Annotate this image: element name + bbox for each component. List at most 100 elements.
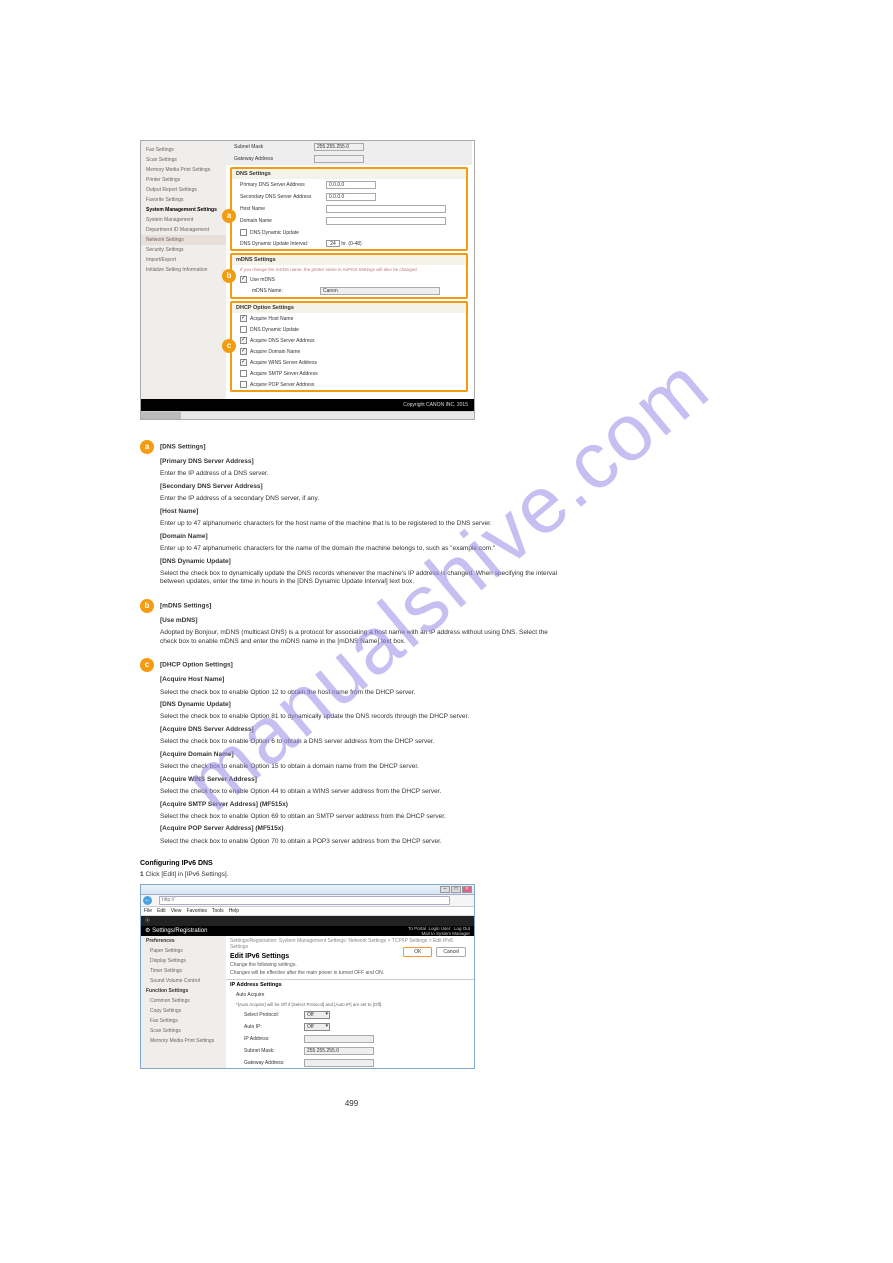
text-input[interactable]	[326, 205, 446, 213]
sidebar2-item: Preferences	[141, 936, 226, 946]
sidebar-item[interactable]: System Management	[141, 215, 226, 225]
sidebar-item[interactable]: Network Settings	[141, 235, 226, 245]
ipv6-step1: 1 Click [Edit] in [IPv6 Settings].	[140, 871, 563, 879]
menu-item[interactable]: View	[171, 908, 182, 914]
item-text: Select the check box to enable Option 81…	[160, 713, 563, 721]
callout-c-icon: c	[140, 658, 154, 672]
field-label: Select Protocol:	[244, 1012, 304, 1018]
item-text: Select the check box to enable Option 15…	[160, 763, 563, 771]
dhcp-checkbox[interactable]	[240, 326, 247, 333]
sidebar-item[interactable]: Memory Media Print Settings	[141, 165, 226, 175]
field-label: Auto IP:	[244, 1024, 304, 1030]
item-text: Adopted by Bonjour, mDNS (multicast DNS)…	[160, 629, 563, 646]
url-input[interactable]: http://	[159, 896, 450, 905]
text-input[interactable]	[304, 1035, 374, 1043]
text-input[interactable]	[326, 217, 446, 225]
section-heading: [mDNS Settings]	[160, 603, 211, 610]
sidebar-item[interactable]: Scan Settings	[141, 155, 226, 165]
section-heading: [DNS Settings]	[160, 444, 206, 451]
sidebar2-item[interactable]: Display Settings	[141, 956, 226, 966]
item-heading: [DNS Dynamic Update]	[160, 558, 231, 565]
callout-b-icon: b	[140, 599, 154, 613]
sidebar2-item[interactable]: Copy Settings	[141, 1006, 226, 1016]
dns-dyn-update-label: DNS Dynamic Update	[250, 230, 299, 236]
item-text: Select the check box to enable Option 12…	[160, 689, 563, 697]
item-text: Enter up to 47 alphanumeric characters f…	[160, 520, 563, 528]
field-value	[314, 155, 364, 163]
mdns-name-input[interactable]: Canon	[320, 287, 440, 295]
dhcp-checkbox[interactable]	[240, 359, 247, 366]
item-text: Enter up to 47 alphanumeric characters f…	[160, 545, 563, 553]
dhcp-opt-label: Acquire WINS Server Address	[250, 360, 317, 366]
dhcp-opt-label: Acquire DNS Server Address	[250, 338, 314, 344]
gear-icon: ⚙	[145, 928, 150, 934]
maximize-button[interactable]: □	[451, 886, 461, 893]
note1: Change the following settings.	[226, 961, 474, 969]
sidebar-item[interactable]: Import/Export	[141, 255, 226, 265]
item-text: Select the check box to enable Option 70…	[160, 838, 563, 846]
browser-menus[interactable]: File Edit View Favorites Tools Help	[141, 907, 474, 916]
device-bar: ⦿	[141, 916, 474, 926]
menu-item[interactable]: Favorites	[186, 908, 207, 914]
sidebar-item[interactable]: Security Settings	[141, 245, 226, 255]
item-heading: [Acquire Domain Name]	[160, 751, 234, 758]
text-input[interactable]: 0.0.0.0	[326, 193, 376, 201]
ok-button[interactable]: OK	[403, 947, 432, 957]
sidebar2-item[interactable]: Fax Settings	[141, 1016, 226, 1026]
back-button[interactable]: ←	[143, 896, 152, 905]
sidebar-item[interactable]: Favorite Settings	[141, 195, 226, 205]
dhcp-checkbox[interactable]	[240, 337, 247, 344]
sidebar-item[interactable]: Output Report Settings	[141, 185, 226, 195]
text-input[interactable]	[304, 1059, 374, 1067]
dns-dyn-int-input[interactable]: 24	[326, 240, 340, 247]
select-input[interactable]: Off	[304, 1023, 330, 1031]
dhcp-checkbox[interactable]	[240, 370, 247, 377]
minimize-button[interactable]: –	[440, 886, 450, 893]
use-mdns-checkbox[interactable]	[240, 276, 247, 283]
sidebar2-item[interactable]: Paper Settings	[141, 946, 226, 956]
sidebar2-item: Function Settings	[141, 986, 226, 996]
select-input[interactable]: Off	[304, 1011, 330, 1019]
sidebar2-item[interactable]: Scan Settings	[141, 1026, 226, 1036]
sidebar-item[interactable]: Fax Settings	[141, 145, 226, 155]
scrollbar-h[interactable]	[141, 411, 474, 419]
callout-b-icon: b	[222, 269, 236, 283]
sidebar-item[interactable]: System Management Settings	[141, 205, 226, 215]
screenshot-ipv6-settings: – □ × ← http:// File Edit View Favorites Too…	[140, 884, 475, 1069]
sidebar2-item[interactable]: Timer Settings	[141, 966, 226, 976]
menu-item[interactable]: File	[144, 908, 152, 914]
dhcp-checkbox[interactable]	[240, 348, 247, 355]
cancel-button[interactable]: Cancel	[436, 947, 466, 957]
section-heading: [DHCP Option Settings]	[160, 662, 233, 669]
dhcp-checkbox[interactable]	[240, 381, 247, 388]
mdns-section-title: mDNS Settings	[232, 255, 466, 265]
menu-item[interactable]: Tools	[212, 908, 224, 914]
dhcp-checkbox[interactable]	[240, 315, 247, 322]
sidebar-item[interactable]: Initialize Setting Information	[141, 265, 226, 275]
field-label: IP Address:	[244, 1036, 304, 1042]
menu-item[interactable]: Help	[229, 908, 239, 914]
mdns-note: If you change the mDNS name, the printer…	[232, 265, 466, 274]
text-input[interactable]: 0.0.0.0	[326, 181, 376, 189]
close-button[interactable]: ×	[462, 886, 472, 893]
item-text: Select the check box to dynamically upda…	[160, 570, 563, 587]
item-text: Select the check box to enable Option 6 …	[160, 738, 563, 746]
item-heading: [Acquire DNS Server Address]	[160, 726, 254, 733]
sidebar-item[interactable]: Department ID Management	[141, 225, 226, 235]
field-value: 255.255.255.0	[314, 143, 364, 151]
dns-dyn-int-suffix: hr. (0-48)	[341, 241, 361, 247]
item-heading: [DNS Dynamic Update]	[160, 701, 231, 708]
field-label: Secondary DNS Server Address	[240, 194, 326, 200]
text-input[interactable]: 255.255.255.0	[304, 1047, 374, 1055]
sidebar2-item[interactable]: Memory Media Print Settings	[141, 1036, 226, 1046]
sidebar2-item[interactable]: Common Settings	[141, 996, 226, 1006]
page-number: 499	[140, 1099, 563, 1108]
sidebar-item[interactable]: Printer Settings	[141, 175, 226, 185]
menu-item[interactable]: Edit	[157, 908, 166, 914]
copyright-footer: Copyright CANON INC. 2015	[141, 399, 474, 411]
dhcp-opt-label: Acquire SMTP Server Address	[250, 371, 318, 377]
dhcp-opt-label: Acquire Domain Name	[250, 349, 300, 355]
ip-group-title: IP Address Settings	[226, 980, 474, 990]
sidebar2-item[interactable]: Sound Volume Control	[141, 976, 226, 986]
dns-dyn-update-checkbox[interactable]	[240, 229, 247, 236]
